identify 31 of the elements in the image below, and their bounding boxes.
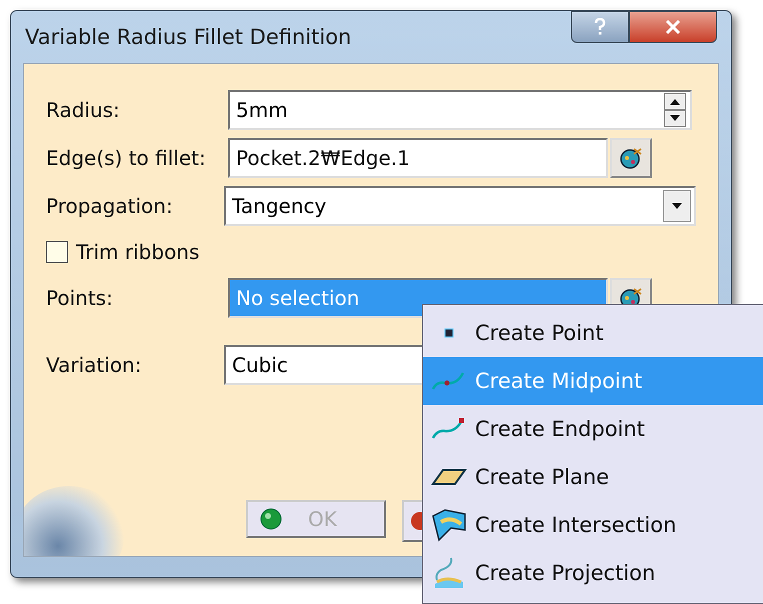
window-title: Variable Radius Fillet Definition (25, 25, 352, 49)
menu-item[interactable]: Create Intersection (423, 501, 763, 549)
field-value: 5mm (235, 98, 288, 122)
field-label: Radius: (46, 98, 121, 122)
selection-field[interactable]: Pocket.2₩Edge.1 (228, 138, 608, 178)
field-label: Points: (46, 286, 114, 310)
menu-item[interactable]: Create Endpoint (423, 405, 763, 453)
close-button[interactable] (629, 11, 717, 43)
globe-icon (619, 146, 643, 170)
field-value: Pocket.2₩Edge.1 (235, 146, 410, 170)
point-icon (444, 328, 454, 338)
checkbox-label: Trim ribbons (76, 240, 200, 264)
checkbox[interactable] (46, 241, 68, 263)
intersection-icon (431, 508, 467, 542)
field-value: Tangency (231, 194, 326, 218)
help-button[interactable] (571, 11, 629, 43)
field-label: Propagation: (46, 194, 174, 218)
field-label: Variation: (46, 353, 142, 377)
field-value: No selection (235, 286, 360, 310)
field-value: Cubic (231, 353, 288, 377)
spin-control[interactable] (664, 93, 686, 127)
dropdown[interactable]: Tangency (224, 186, 696, 226)
ok-ball-icon (260, 508, 282, 530)
pick-button[interactable] (610, 138, 652, 178)
close-icon (665, 20, 681, 34)
plane-icon (431, 467, 467, 487)
radius-field[interactable]: 5mm (228, 90, 692, 130)
help-icon (593, 18, 607, 36)
field-label: Edge(s) to fillet: (46, 146, 207, 170)
menu-item[interactable]: Create Projection (423, 549, 763, 597)
menu-item[interactable]: Create Plane (423, 453, 763, 501)
